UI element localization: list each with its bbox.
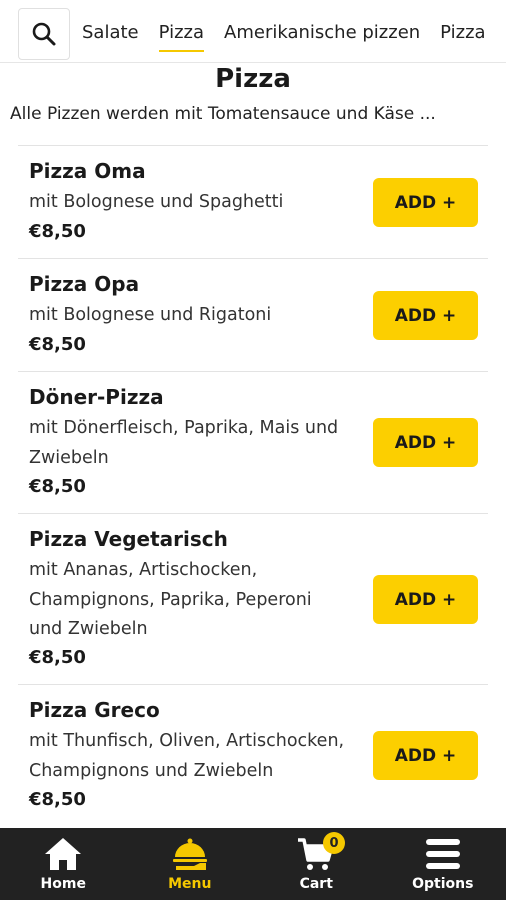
nav-options-label: Options [412,876,474,892]
category-nav: Salate Pizza Amerikanische pizzen Pizza [0,0,506,63]
section-title: Pizza [215,64,291,94]
menu-item: Döner-Pizza mit Dönerfleisch, Paprika, M… [18,372,488,514]
item-description-line: Champignons und Zwiebeln [29,760,274,781]
menu-item: Pizza Opa mit Bolognese und Rigatoni €8,… [18,259,488,372]
item-description: mit Thunfisch, Oliven, Artischocken, Cha… [29,727,374,786]
category-tabs: Salate Pizza Amerikanische pizzen Pizza [82,0,506,62]
item-price: €8,50 [29,789,86,810]
item-name: Pizza Opa [29,272,140,296]
nav-cart[interactable]: 0 Cart [253,828,380,900]
add-button[interactable]: ADD + [373,575,478,624]
tab-salate[interactable]: Salate [82,0,139,62]
item-price: €8,50 [29,476,86,497]
menu-list: Pizza Oma mit Bolognese und Spaghetti €8… [18,145,488,827]
item-description-line: Champignons, Paprika, Peperoni [29,589,312,610]
cart-count-badge: 0 [323,832,345,854]
hamburger-menu-icon [425,839,460,869]
menu-item: Pizza Vegetarisch mit Ananas, Artischock… [18,514,488,685]
nav-menu[interactable]: Menu [127,828,254,900]
nav-menu-label: Menu [168,876,212,892]
section-description: Alle Pizzen werden mit Tomatensauce und … [10,104,436,124]
food-serving-icon [172,838,207,870]
tab-amerikanische-pizzen[interactable]: Amerikanische pizzen [224,0,420,62]
item-description: mit Dönerfleisch, Paprika, Mais und Zwie… [29,414,374,473]
item-description-line: mit Bolognese und Rigatoni [29,305,272,325]
add-button[interactable]: ADD + [373,418,478,467]
item-name: Döner-Pizza [29,385,164,409]
menu-item: Pizza Oma mit Bolognese und Spaghetti €8… [18,146,488,259]
nav-home-label: Home [40,876,86,892]
item-price: €8,50 [29,647,86,668]
item-description-line: mit Dönerfleisch, Paprika, Mais und [29,418,339,438]
tab-pizza[interactable]: Pizza [158,0,205,62]
item-description: mit Ananas, Artischocken, Champignons, P… [29,556,374,645]
item-description-line: und Zwiebeln [29,619,148,639]
item-name: Pizza Oma [29,159,146,183]
nav-options[interactable]: Options [380,828,506,900]
add-button[interactable]: ADD + [373,291,478,340]
item-description: mit Bolognese und Rigatoni [29,301,374,331]
search-button[interactable] [18,8,70,60]
item-description: mit Bolognese und Spaghetti [29,188,374,218]
tab-pizza-next[interactable]: Pizza [440,0,485,62]
nav-cart-label: Cart [299,876,333,892]
home-icon [45,838,82,870]
item-description-line: mit Thunfisch, Oliven, Artischocken, [29,731,345,751]
bottom-nav: Home Menu 0 Cart Options [0,828,506,900]
item-description-line: mit Ananas, Artischocken, [29,560,258,580]
menu-item: Pizza Greco mit Thunfisch, Oliven, Artis… [18,685,488,827]
item-name: Pizza Vegetarisch [29,527,228,551]
item-price: €8,50 [29,334,86,355]
add-button[interactable]: ADD + [373,731,478,780]
item-description-line: mit Bolognese und Spaghetti [29,192,284,212]
add-button[interactable]: ADD + [373,178,478,227]
nav-home[interactable]: Home [0,828,127,900]
item-price: €8,50 [29,221,86,242]
search-icon [32,22,56,46]
item-name: Pizza Greco [29,698,160,722]
item-description-line: Zwiebeln [29,447,109,468]
